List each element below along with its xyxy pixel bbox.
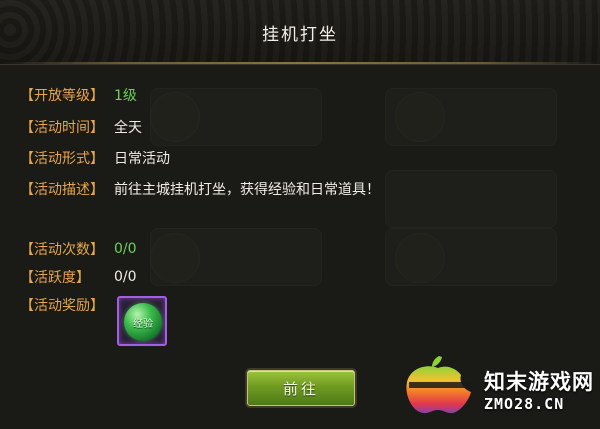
row-label: 【活动形式】 [20, 151, 104, 167]
watermark-site-name: 知末游戏网 [484, 370, 594, 394]
row-label: 【活动时间】 [20, 120, 104, 136]
experience-orb-icon: 经验 [124, 303, 162, 341]
background-icon [150, 92, 200, 142]
background-icon [150, 233, 200, 283]
row-label: 【开放等级】 [20, 88, 104, 104]
stat-row-count: 【活动次数】 0/0 [20, 238, 137, 260]
row-value: 0/0 [114, 241, 137, 257]
stat-row-reward: 【活动奖励】 [20, 294, 104, 316]
row-value: 前往主城挂机打坐，获得经验和日常道具！ [114, 182, 380, 198]
info-row-level: 【开放等级】 1级 [20, 84, 137, 106]
dialog-title-bar: 挂机打坐 [0, 0, 600, 65]
row-label: 【活动奖励】 [20, 298, 104, 314]
go-button[interactable]: 前往 [247, 370, 355, 406]
stat-row-activity: 【活跃度】 0/0 [20, 266, 137, 288]
background-tile [385, 170, 557, 228]
apple-logo-icon [406, 356, 471, 414]
row-label: 【活动次数】 [20, 242, 104, 258]
row-value: 全天 [114, 120, 142, 136]
dialog-title: 挂机打坐 [262, 25, 338, 45]
info-row-description: 【活动描述】 前往主城挂机打坐，获得经验和日常道具！ [20, 178, 380, 200]
row-value: 0/0 [114, 269, 137, 285]
background-icon [395, 92, 445, 142]
row-value: 日常活动 [114, 151, 170, 167]
reward-item-label: 经验 [133, 318, 153, 330]
watermark-site-url: ZMO28.CN [484, 395, 565, 413]
row-value: 1级 [114, 88, 137, 104]
background-icon [395, 233, 445, 283]
info-row-time: 【活动时间】 全天 [20, 116, 142, 138]
info-row-form: 【活动形式】 日常活动 [20, 147, 170, 169]
row-label: 【活跃度】 [20, 270, 90, 286]
row-label: 【活动描述】 [20, 182, 104, 198]
reward-item-slot[interactable]: 经验 [117, 296, 167, 346]
